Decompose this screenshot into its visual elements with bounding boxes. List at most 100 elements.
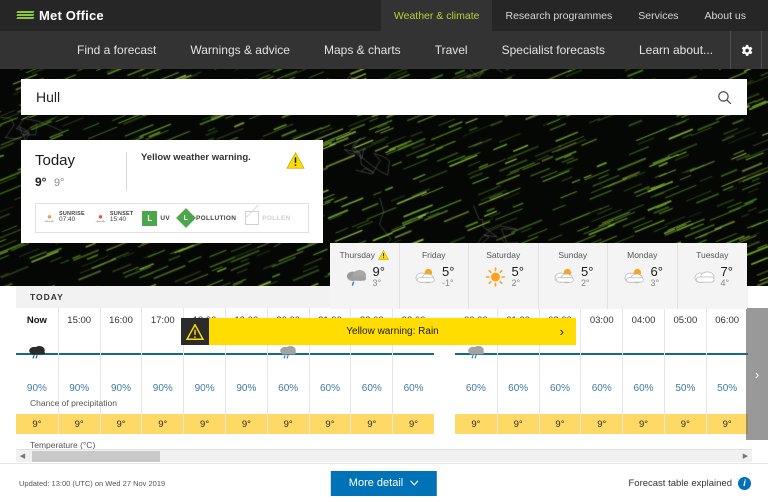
row-spacer: [226, 398, 267, 414]
yellow-warning-banner[interactable]: Yellow warning: Rain ›: [181, 318, 576, 345]
met-office-logo-text: Met Office: [39, 8, 104, 23]
hour-label: 04:00: [623, 308, 664, 332]
topnav-item-weather-climate[interactable]: Weather & climate: [381, 0, 493, 31]
row-spacer: [623, 398, 664, 414]
day-low-temp: 2°: [512, 279, 524, 288]
hour-temperature: 9°: [226, 414, 267, 434]
warning-banner-body[interactable]: Yellow warning: Rain ›: [209, 318, 576, 345]
chevron-right-icon: ›: [755, 367, 759, 382]
nav-item-maps-charts[interactable]: Maps & charts: [307, 31, 418, 69]
day-low-temp: 3°: [651, 279, 663, 288]
temperature-trend-line: [142, 353, 183, 355]
nav-item-specialist-forecasts[interactable]: Specialist forecasts: [485, 31, 622, 69]
day-name: Thursday: [340, 250, 375, 260]
hour-temperature: 9°: [16, 414, 58, 434]
forecast-table-explained-link[interactable]: Forecast table explained i: [628, 477, 751, 490]
pollen-badge-disabled: [245, 211, 259, 225]
forecast-hour-column: 15:0090%9°: [58, 308, 100, 434]
scroll-right-arrow-icon[interactable]: ▶: [739, 452, 752, 460]
forecast-table-today-title: TODAY: [30, 292, 64, 302]
hour-label: 06:00: [707, 308, 748, 332]
forecast-explained-label: Forecast table explained: [628, 478, 732, 489]
uv-info[interactable]: L UV: [142, 211, 170, 226]
more-detail-button[interactable]: More detail: [331, 471, 437, 496]
uv-badge: L: [142, 211, 157, 226]
search-submit-button[interactable]: [701, 89, 747, 106]
hour-temperature: 9°: [665, 414, 706, 434]
topnav-item-research-programmes[interactable]: Research programmes: [492, 0, 625, 31]
nav-item-warnings-advice[interactable]: Warnings & advice: [173, 31, 307, 69]
hour-temperature: 9°: [393, 414, 434, 434]
pollution-label: POLLUTION: [196, 215, 236, 222]
sun-cloud-icon: [552, 266, 577, 288]
day-card-thursday[interactable]: Thursday 9° 3°: [330, 243, 400, 309]
day-name: Monday: [627, 250, 657, 260]
day-card-friday[interactable]: Friday 5° -1°: [400, 243, 470, 309]
rain-cloud-icon: [465, 343, 486, 366]
pollution-info[interactable]: L POLLUTION: [179, 211, 236, 225]
day-card-tuesday[interactable]: Tuesday 7° 4°: [678, 243, 748, 309]
precipitation-chance: 90%: [16, 372, 58, 398]
precipitation-chance: 60%: [455, 372, 497, 398]
precipitation-chance: 90%: [184, 372, 225, 398]
sun-icon: [483, 266, 508, 288]
precipitation-chance: 60%: [498, 372, 539, 398]
nav-tools: [730, 31, 768, 69]
row-spacer: [540, 398, 581, 414]
gear-icon: [739, 43, 754, 58]
nav-item-travel[interactable]: Travel: [418, 31, 485, 69]
hour-temperature: 9°: [581, 414, 622, 434]
today-temperatures: 9° 9°: [35, 173, 118, 191]
day-high-temp: 6°: [651, 265, 663, 279]
day-name: Friday: [422, 250, 446, 260]
topnav-item-services[interactable]: Services: [625, 0, 691, 31]
search-input[interactable]: [21, 79, 701, 115]
hour-weather-icon-cell: [59, 332, 100, 372]
forecast-scroll-right-button[interactable]: ›: [746, 308, 768, 440]
hour-temperature: 9°: [59, 414, 100, 434]
today-conditions-strip: SUNRISE 07:40 SUNSET 15:40 L UV: [35, 203, 309, 233]
hour-label: 16:00: [101, 308, 142, 332]
today-warning-area[interactable]: Yellow weather warning.: [127, 152, 309, 191]
scroll-left-arrow-icon[interactable]: ◀: [16, 452, 29, 460]
temperature-trend-line: [707, 353, 748, 355]
pollen-label: POLLEN: [262, 215, 290, 222]
day-card-sunday[interactable]: Sunday 5° 2°: [539, 243, 609, 309]
top-nav: Weather & climate Research programmes Se…: [381, 0, 768, 31]
forecast-horizontal-scrollbar[interactable]: ◀ ▶: [16, 449, 752, 462]
day-card-saturday[interactable]: Saturday 5° 2°: [469, 243, 539, 309]
met-office-logo[interactable]: Met Office: [0, 0, 104, 31]
day-name: Sunday: [558, 250, 587, 260]
row-spacer: [393, 398, 434, 414]
day-low-temp: 2°: [581, 279, 593, 288]
temperature-trend-line: [393, 353, 434, 355]
search-button[interactable]: [761, 31, 768, 69]
hour-temperature: 9°: [142, 414, 183, 434]
warning-triangle-icon: [286, 152, 305, 174]
day-card-monday[interactable]: Monday 6° 3°: [608, 243, 678, 309]
hour-temperature: 9°: [351, 414, 392, 434]
nav-item-find-a-forecast[interactable]: Find a forecast: [60, 31, 173, 69]
hour-temperature: 9°: [540, 414, 581, 434]
today-label: Today: [35, 152, 118, 169]
today-low-temp: 9°: [54, 177, 65, 189]
day-low-temp: 4°: [721, 279, 733, 288]
day-low-temp: -1°: [442, 279, 454, 288]
day-high-temp: 5°: [442, 265, 454, 279]
hour-temperature: 9°: [310, 414, 351, 434]
hour-label: Now: [16, 308, 58, 332]
topnav-item-about-us[interactable]: About us: [692, 0, 768, 31]
day-high-temp: 9°: [373, 265, 385, 279]
forecast-hour-column: 05:0050%9°: [664, 308, 706, 434]
precipitation-chance: 60%: [581, 372, 622, 398]
hour-label: 03:00: [581, 308, 622, 332]
scrollbar-track[interactable]: [29, 450, 739, 463]
warning-triangle-icon: [186, 324, 204, 340]
scrollbar-thumb[interactable]: [32, 451, 160, 462]
day-high-temp: 5°: [581, 265, 593, 279]
sun-cloud-icon: [622, 266, 647, 288]
nav-item-learn-about[interactable]: Learn about...: [622, 31, 730, 69]
hour-temperature: 9°: [623, 414, 664, 434]
hour-weather-icon-cell: [665, 332, 706, 372]
settings-button[interactable]: [730, 31, 761, 69]
